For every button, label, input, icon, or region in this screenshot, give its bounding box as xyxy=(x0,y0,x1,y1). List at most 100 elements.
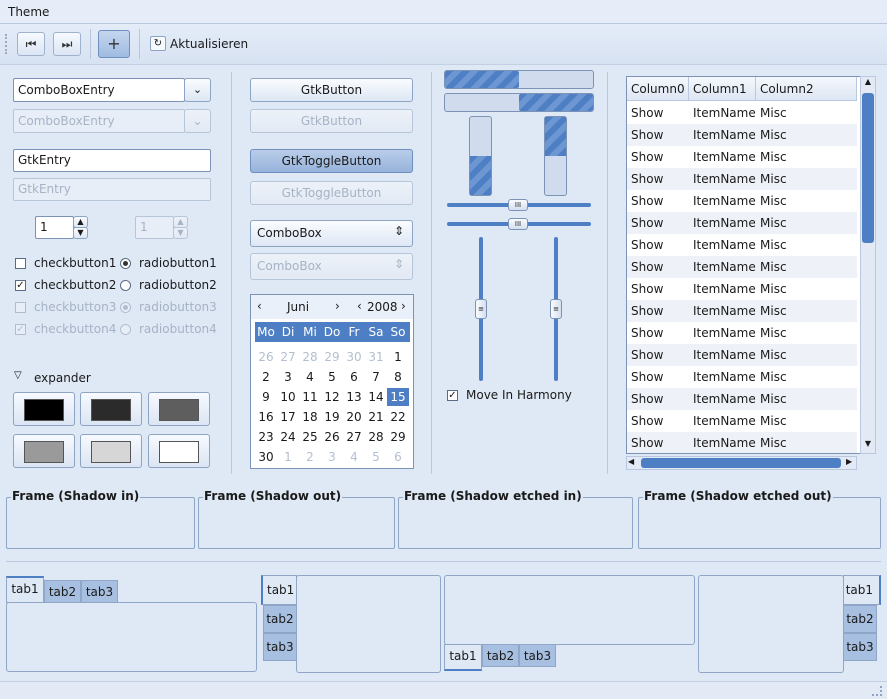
calendar-day[interactable]: 28 xyxy=(365,428,387,446)
color-button-4[interactable] xyxy=(13,434,75,468)
checkbox-2-label[interactable]: checkbutton2 xyxy=(34,278,116,292)
radio-1-label[interactable]: radiobutton1 xyxy=(139,256,217,270)
calendar-day[interactable]: 8 xyxy=(387,368,409,386)
expander-label[interactable]: expander xyxy=(34,371,91,385)
radio-1[interactable] xyxy=(120,258,131,269)
color-button-1[interactable] xyxy=(13,392,75,426)
calendar-day[interactable]: 3 xyxy=(277,368,299,386)
goto-first-icon[interactable]: ⏮ xyxy=(17,32,45,56)
notebook-left-tab-2[interactable]: tab2 xyxy=(263,605,297,633)
table-row[interactable]: Show ItemName Misc xyxy=(627,322,857,344)
combobox-entry[interactable]: ComboBoxEntry xyxy=(13,78,185,102)
gtk-entry[interactable]: GtkEntry xyxy=(13,149,211,172)
calendar-day[interactable]: 5 xyxy=(365,448,387,466)
refresh-icon[interactable]: ↻ xyxy=(150,36,166,51)
table-row[interactable]: Show ItemName Misc xyxy=(627,410,857,432)
calendar-day[interactable]: 22 xyxy=(387,408,409,426)
expander-arrow-icon[interactable]: ▽ xyxy=(14,370,22,381)
notebook-bottom-tab-3[interactable]: tab3 xyxy=(519,644,556,667)
calendar-day[interactable]: 5 xyxy=(321,368,343,386)
table-row[interactable]: Show ItemName Misc xyxy=(627,146,857,168)
refresh-button-label[interactable]: Aktualisieren xyxy=(170,37,248,51)
calendar-day[interactable]: 19 xyxy=(321,408,343,426)
table-row[interactable]: Show ItemName Misc xyxy=(627,124,857,146)
calendar[interactable]: ‹ Juni › ‹ 2008 › Mo Di Mi Do Fr Sa So 26 27 28 2… xyxy=(250,294,414,469)
spin-down-icon[interactable]: ▼ xyxy=(73,227,88,239)
hscale-1-handle[interactable]: III xyxy=(508,199,528,211)
calendar-day[interactable]: 6 xyxy=(387,448,409,466)
radio-2[interactable] xyxy=(120,280,131,291)
calendar-day[interactable]: 10 xyxy=(277,388,299,406)
calendar-day[interactable]: 2 xyxy=(255,368,277,386)
color-button-2[interactable] xyxy=(80,392,142,426)
calendar-day[interactable]: 11 xyxy=(299,388,321,406)
menu-theme[interactable]: Theme xyxy=(8,5,49,19)
notebook-right-tab-1[interactable]: tab1 xyxy=(843,575,881,605)
calendar-day[interactable]: 1 xyxy=(277,448,299,466)
next-month-icon[interactable]: › xyxy=(335,299,340,313)
calendar-day[interactable]: 16 xyxy=(255,408,277,426)
table-row[interactable]: Show ItemName Misc xyxy=(627,212,857,234)
calendar-day[interactable]: 14 xyxy=(365,388,387,406)
resize-grip-icon[interactable] xyxy=(872,686,882,696)
gtk-toggle-button[interactable]: GtkToggleButton xyxy=(250,149,413,173)
tree-vscrollbar[interactable]: ▲ ▼ xyxy=(860,76,876,454)
checkbox-1-label[interactable]: checkbutton1 xyxy=(34,256,116,270)
notebook-bottom-tab-2[interactable]: tab2 xyxy=(482,644,519,667)
scroll-right-icon[interactable]: ▶ xyxy=(846,457,852,466)
hscale-2-handle[interactable]: III xyxy=(508,218,528,230)
toolbar-grip[interactable] xyxy=(5,34,7,54)
table-row[interactable]: Show ItemName Misc xyxy=(627,432,857,453)
notebook-left-tab-3[interactable]: tab3 xyxy=(263,633,297,661)
table-row[interactable]: Show ItemName Misc xyxy=(627,190,857,212)
calendar-day[interactable]: 28 xyxy=(299,348,321,366)
goto-last-icon[interactable]: ⏭ xyxy=(53,32,81,56)
calendar-day[interactable]: 7 xyxy=(365,368,387,386)
calendar-day[interactable]: 15 xyxy=(387,388,409,406)
table-row[interactable]: Show ItemName Misc xyxy=(627,256,857,278)
next-year-icon[interactable]: › xyxy=(401,299,406,313)
calendar-day[interactable]: 17 xyxy=(277,408,299,426)
calendar-day[interactable]: 31 xyxy=(365,348,387,366)
notebook-top-tab-2[interactable]: tab2 xyxy=(44,580,81,603)
calendar-day[interactable]: 3 xyxy=(321,448,343,466)
calendar-day[interactable]: 26 xyxy=(255,348,277,366)
calendar-day[interactable]: 21 xyxy=(365,408,387,426)
table-row[interactable]: Show ItemName Misc xyxy=(627,366,857,388)
notebook-top-tab-3[interactable]: tab3 xyxy=(81,580,118,603)
checkbox-2[interactable]: ✓ xyxy=(15,280,26,291)
updown-icon[interactable]: ⇕ xyxy=(394,224,404,238)
move-in-harmony-checkbox[interactable]: ✓ xyxy=(447,390,458,401)
calendar-day[interactable]: 2 xyxy=(299,448,321,466)
notebook-top-tab-1[interactable]: tab1 xyxy=(6,576,44,603)
move-in-harmony-label[interactable]: Move In Harmony xyxy=(466,388,572,402)
notebook-left-tab-1[interactable]: tab1 xyxy=(261,575,297,605)
table-row[interactable]: Show ItemName Misc xyxy=(627,102,857,124)
color-button-5[interactable] xyxy=(80,434,142,468)
calendar-day[interactable]: 26 xyxy=(321,428,343,446)
combobox[interactable]: ComboBox xyxy=(250,220,413,247)
radio-2-label[interactable]: radiobutton2 xyxy=(139,278,217,292)
table-row[interactable]: Show ItemName Misc xyxy=(627,344,857,366)
tree-vscroll-thumb[interactable] xyxy=(862,93,874,243)
scroll-down-icon[interactable]: ▼ xyxy=(862,439,874,453)
table-row[interactable]: Show ItemName Misc xyxy=(627,388,857,410)
table-row[interactable]: Show ItemName Misc xyxy=(627,234,857,256)
vscale-1-handle[interactable]: ≡ xyxy=(475,299,487,319)
spin-input[interactable]: 1 xyxy=(35,216,74,239)
calendar-day[interactable]: 1 xyxy=(387,348,409,366)
color-button-3[interactable] xyxy=(148,392,210,426)
column-header-1[interactable]: Column1 xyxy=(689,77,756,101)
calendar-day[interactable]: 30 xyxy=(255,448,277,466)
calendar-day[interactable]: 23 xyxy=(255,428,277,446)
calendar-day[interactable]: 18 xyxy=(299,408,321,426)
calendar-day[interactable]: 12 xyxy=(321,388,343,406)
calendar-day[interactable]: 29 xyxy=(321,348,343,366)
chevron-down-icon[interactable]: ⌄ xyxy=(184,78,211,102)
notebook-right-tab-3[interactable]: tab3 xyxy=(843,633,877,661)
calendar-day[interactable]: 29 xyxy=(387,428,409,446)
vscale-2-handle[interactable]: ≡ xyxy=(550,299,562,319)
calendar-day[interactable]: 4 xyxy=(299,368,321,386)
calendar-day[interactable]: 6 xyxy=(343,368,365,386)
checkbox-1[interactable] xyxy=(15,258,26,269)
